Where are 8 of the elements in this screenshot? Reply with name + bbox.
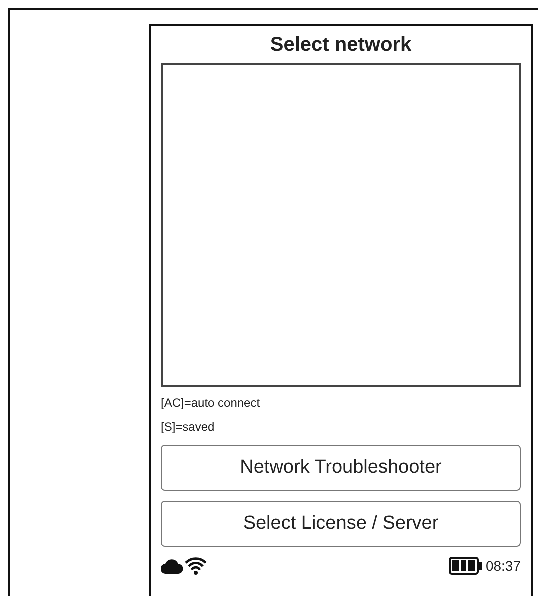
- legend-text: [S]=saved: [161, 419, 216, 436]
- screen-title: Select network: [269, 33, 413, 58]
- clock-time: 08:37: [486, 558, 521, 574]
- license-button[interactable]: Select License / Server: [161, 501, 521, 547]
- troubleshooter-button[interactable]: Network Troubleshooter: [161, 445, 521, 491]
- network-list[interactable]: [161, 63, 521, 387]
- battery-icon: [448, 557, 483, 575]
- legend-text: [AC]=auto connect: [161, 395, 262, 412]
